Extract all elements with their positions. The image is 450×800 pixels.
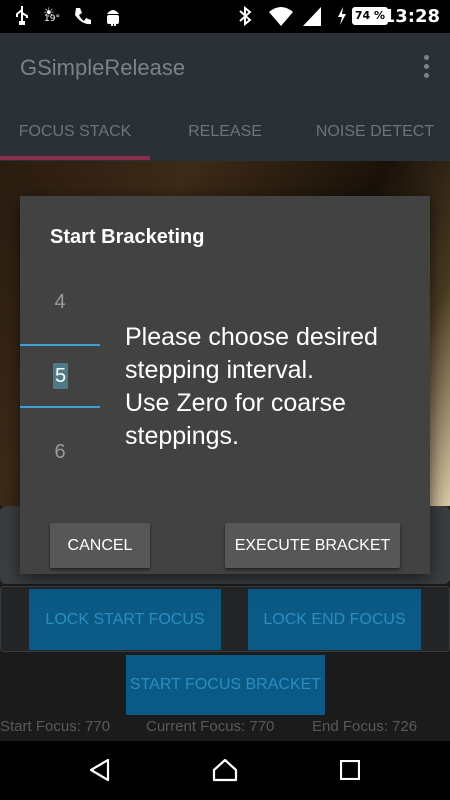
- tab-noise-detect[interactable]: NOISE DETECT: [300, 103, 450, 161]
- overflow-menu-icon[interactable]: [424, 55, 430, 81]
- picker-divider-top: [20, 344, 100, 346]
- start-focus-readout: Start Focus: 770: [0, 718, 111, 735]
- lock-start-focus-button[interactable]: LOCK START FOCUS: [29, 589, 221, 650]
- tab-indicator: [0, 156, 150, 160]
- current-focus-readout: Current Focus: 770: [146, 718, 275, 735]
- start-bracketing-dialog: Start Bracketing 4 5 6 Please choose des…: [20, 196, 430, 574]
- usb-icon: [14, 5, 30, 31]
- bluetooth-icon: [238, 5, 252, 33]
- clock: 13:28: [382, 6, 440, 27]
- picker-next-value[interactable]: 6: [20, 441, 100, 464]
- dialog-message: Please choose desired stepping interval.…: [125, 323, 378, 450]
- home-icon[interactable]: [212, 758, 238, 786]
- charging-icon: [336, 5, 348, 33]
- wifi-icon: [268, 5, 294, 33]
- signal-icon: [302, 5, 322, 33]
- execute-bracket-button[interactable]: EXECUTE BRACKET: [225, 523, 400, 568]
- end-focus-readout: End Focus: 726: [312, 718, 418, 735]
- status-bar: ☀ 19° 74 % 13:28: [0, 0, 450, 33]
- android-icon: [104, 5, 122, 33]
- app-title: GSimpleRelease: [20, 55, 186, 80]
- navigation-bar: [0, 741, 450, 800]
- tab-release[interactable]: RELEASE: [150, 103, 300, 161]
- picker-prev-value[interactable]: 4: [20, 291, 100, 314]
- phone-icon: [72, 5, 94, 33]
- tab-focus-stack[interactable]: FOCUS STACK: [0, 103, 150, 161]
- start-focus-bracket-button[interactable]: START FOCUS BRACKET: [126, 655, 325, 715]
- back-icon[interactable]: [88, 758, 112, 786]
- picker-selected-value[interactable]: 5: [53, 363, 68, 389]
- lock-end-focus-button[interactable]: LOCK END FOCUS: [248, 589, 421, 650]
- cancel-button[interactable]: CANCEL: [50, 523, 150, 568]
- tab-bar: FOCUS STACK RELEASE NOISE DETECT: [0, 103, 450, 161]
- dialog-title: Start Bracketing: [50, 226, 205, 248]
- temperature-text: 19°: [44, 14, 60, 24]
- recents-icon[interactable]: [339, 759, 361, 784]
- picker-divider-bottom: [20, 406, 100, 408]
